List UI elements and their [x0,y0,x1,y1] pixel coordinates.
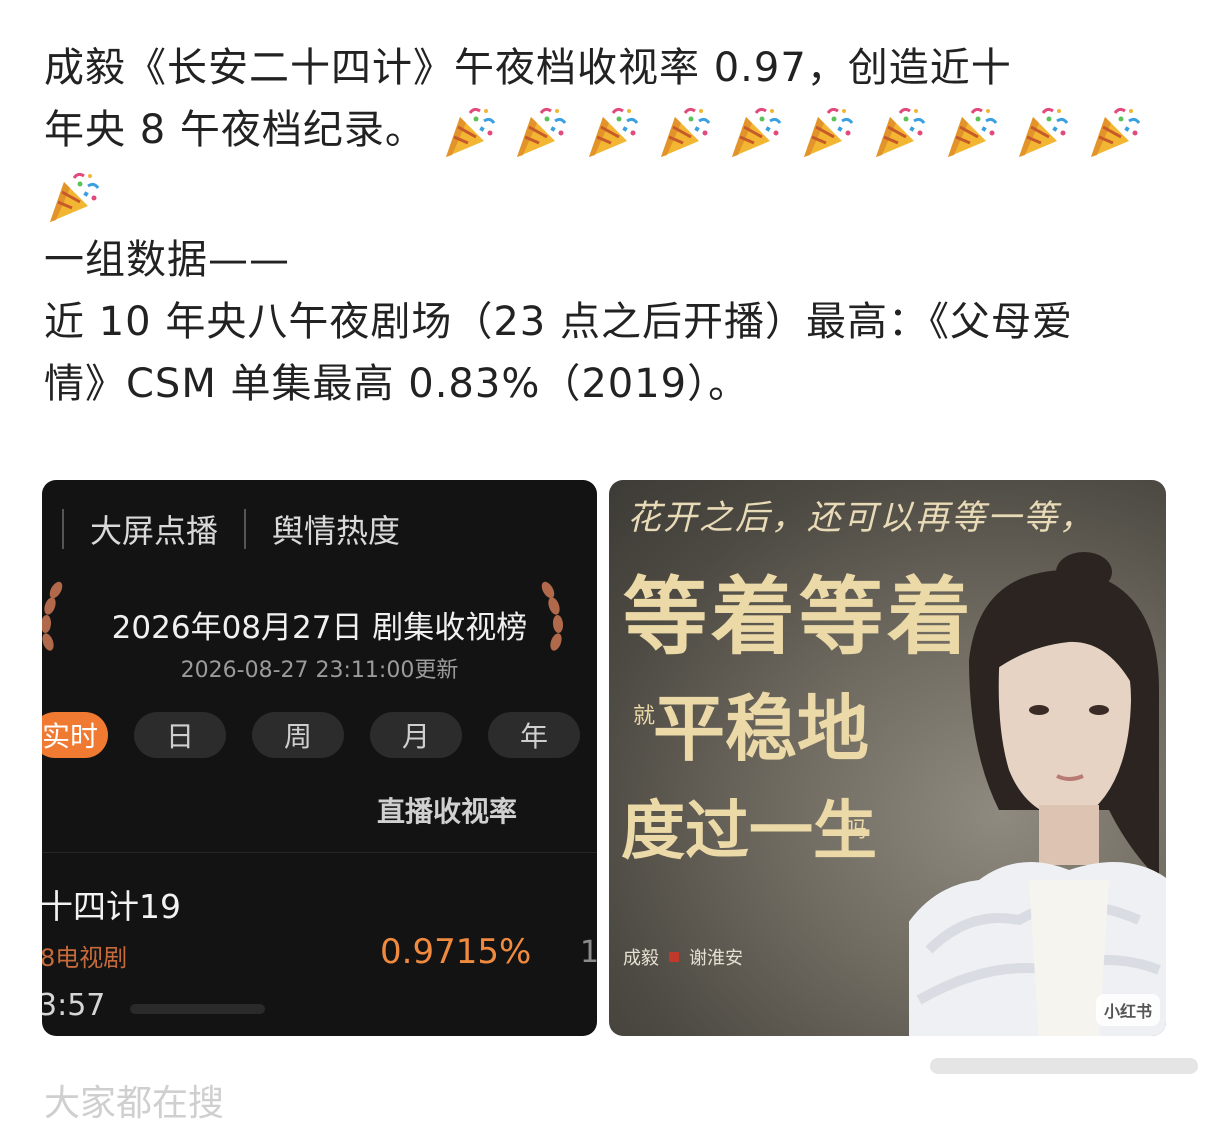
party-emoji-row [440,107,1143,157]
rating-value: 0.9715% [380,932,532,972]
post-body: 成毅《长安二十四计》午夜档收视率 0.97，创造近十 年央 8 午夜档纪录。 一… [44,40,1169,418]
ratings-title: 2026年08月27日 剧集收视榜 [111,610,528,646]
party-popper-icon [942,103,1000,161]
live-rating-header: 直播收视率 [377,795,518,828]
party-popper-icon [655,103,713,161]
pill-realtime[interactable]: 实时 [42,712,108,758]
party-popper-icon [44,168,102,226]
party-popper-icon [870,103,928,161]
party-popper-icon [798,103,856,161]
pill-day[interactable]: 日 [134,712,226,758]
poster-small-2: 吗 [845,818,868,843]
tab-public-opinion: 舆情热度 [272,512,401,550]
channel-name: 8电视剧 [42,944,128,972]
drama-poster-image[interactable]: 花开之后，还可以再等一等， 等着等着 就 平稳地 度过一生 吗 成毅 谢淮安 小… [609,480,1166,1036]
weibo-watermark-strip [930,1058,1198,1074]
tab-divider [62,509,64,549]
party-emoji-row [44,172,102,222]
poster-tagline: 花开之后，还可以再等一等， [627,498,1095,538]
post-text-line3: 一组数据—— [44,237,290,283]
post-text-line1: 成毅《长安二十四计》午夜档收视率 0.97，创造近十 [44,45,1012,91]
pill-month[interactable]: 月 [370,712,462,758]
divider [42,852,597,853]
post-emoji-line [44,167,1169,226]
party-popper-icon [1085,103,1143,161]
party-popper-icon [440,103,498,161]
pill-year[interactable]: 年 [488,712,580,758]
period-pills: 实时 日 周 月 年 [42,712,580,758]
pill-week[interactable]: 周 [252,712,344,758]
rank-number: 1 [580,935,597,970]
poster-headline-3: 度过一生 [621,794,877,869]
party-popper-icon [583,103,641,161]
tab-big-screen-vod: 大屏点播 [90,512,219,550]
post-text-line2-text: 年央 8 午夜档纪录。 [44,107,426,153]
credit-separator-icon [669,952,679,962]
hot-search-label[interactable]: 大家都在搜 [44,1074,224,1126]
party-popper-icon [511,103,569,161]
ratings-tabs: 大屏点播 舆情热度 [62,506,400,552]
show-name: 十四计19 [42,887,181,926]
actor-name: 成毅 [623,948,659,969]
tab-divider [244,509,247,549]
party-popper-icon [726,103,784,161]
post-text-line5: 情》CSM 单集最高 0.83%（2019）。 [44,361,750,407]
poster-small-1: 就 [633,704,656,729]
role-name: 谢淮安 [689,948,743,969]
poster-credits: 成毅 谢淮安 [623,944,743,970]
poster-headline-1: 等着等着 [623,567,976,666]
party-popper-icon [1013,103,1071,161]
post-text-line2: 年央 8 午夜档纪录。 [44,102,1169,161]
post-text-line4: 近 10 年央八午夜剧场（23 点之后开播）最高：《父母爱 [44,299,1073,345]
poster-headline-2: 平稳地 [653,686,870,771]
post-images: 大屏点播 舆情热度 2026年08月27日 剧集收视榜 2026-08-27 2… [42,480,1166,1036]
xiaohongshu-watermark: 小红书 [1095,994,1160,1026]
air-time: 3:57 [42,988,106,1023]
time-bar [130,1004,265,1014]
ratings-screenshot-image[interactable]: 大屏点播 舆情热度 2026年08月27日 剧集收视榜 2026-08-27 2… [42,480,597,1036]
ratings-updated-time: 2026-08-27 23:11:00更新 [180,658,459,683]
